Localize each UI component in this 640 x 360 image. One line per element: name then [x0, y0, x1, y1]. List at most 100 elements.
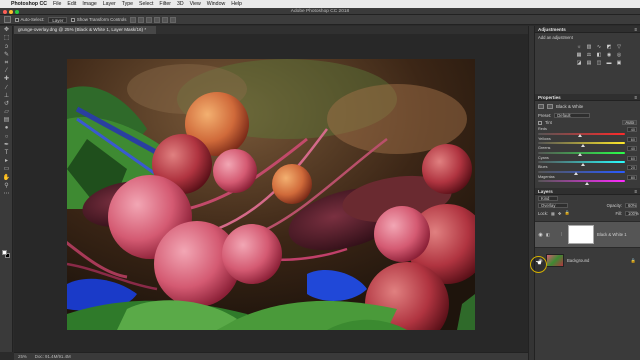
panel-menu-icon[interactable]: ≡	[634, 188, 637, 195]
slider-thumb[interactable]	[577, 153, 582, 156]
eraser-tool-icon[interactable]: ▱	[2, 109, 11, 116]
slider-value[interactable]: 80	[627, 174, 637, 180]
slider-track[interactable]	[538, 142, 625, 147]
show-transform-controls-checkbox[interactable]: Show Transform Controls	[71, 17, 126, 22]
invert-icon[interactable]: ◪	[575, 60, 583, 66]
slider-value[interactable]: 40	[627, 127, 637, 132]
posterize-icon[interactable]: ▤	[585, 60, 593, 66]
rectangle-tool-icon[interactable]: ▭	[2, 166, 11, 173]
type-tool-icon[interactable]: T	[2, 150, 11, 157]
slider-value[interactable]: 20	[627, 165, 637, 170]
kind-filter-dropdown[interactable]: Kind	[538, 196, 558, 201]
history-brush-tool-icon[interactable]: ↺	[2, 101, 11, 108]
layer-name[interactable]: Background	[567, 258, 589, 263]
menu-file[interactable]: File	[53, 1, 61, 7]
align-right-icon[interactable]	[170, 16, 177, 23]
visibility-eye-icon[interactable]: ◉	[538, 232, 543, 238]
panel-menu-icon[interactable]: ≡	[634, 94, 637, 101]
tint-checkbox[interactable]	[538, 120, 542, 125]
slider-track[interactable]	[538, 170, 625, 175]
slider-thumb[interactable]	[581, 143, 586, 147]
slider-thumb[interactable]	[577, 134, 582, 137]
slider-track[interactable]	[538, 151, 625, 156]
clone-stamp-tool-icon[interactable]: ⊥	[2, 93, 11, 100]
menu-edit[interactable]: Edit	[67, 1, 76, 7]
selective-color-icon[interactable]: ▣	[615, 60, 623, 66]
align-left-icon[interactable]	[154, 16, 161, 23]
checkbox-box[interactable]	[71, 17, 76, 22]
menu-select[interactable]: Select	[139, 1, 153, 7]
lock-position-icon[interactable]: ✥	[558, 211, 562, 216]
lasso-tool-icon[interactable]: ↄ	[2, 44, 11, 51]
fill-input[interactable]: 100%	[625, 210, 639, 216]
layer-mask-thumbnail[interactable]	[568, 225, 594, 244]
levels-icon[interactable]: ▥	[585, 44, 593, 50]
checkbox-box[interactable]	[15, 17, 19, 22]
align-center-icon[interactable]	[162, 16, 169, 23]
auto-select-checkbox[interactable]: Auto-Select:	[15, 17, 44, 22]
hue-saturation-icon[interactable]: ▦	[575, 52, 583, 58]
align-top-icon[interactable]	[130, 16, 137, 23]
menu-type[interactable]: Type	[122, 1, 133, 7]
zoom-level[interactable]: 25%	[18, 354, 27, 359]
slider-reds[interactable]: Reds 40	[535, 126, 640, 137]
align-bottom-icon[interactable]	[146, 16, 153, 23]
slider-greens[interactable]: Greens 40	[535, 145, 640, 156]
layer-name[interactable]: Black & White 1	[597, 232, 627, 237]
eyedropper-tool-icon[interactable]: ⁄	[2, 68, 11, 75]
align-middle-icon[interactable]	[138, 16, 145, 23]
opacity-input[interactable]: 60%	[625, 203, 637, 208]
lock-all-icon[interactable]: 🔒	[565, 210, 570, 216]
document-image[interactable]	[67, 59, 475, 330]
menu-filter[interactable]: Filter	[159, 1, 171, 7]
properties-panel-header[interactable]: Properties ≡	[535, 94, 640, 101]
lock-pixels-icon[interactable]: ▦	[551, 211, 555, 216]
preset-dropdown[interactable]: Default	[554, 113, 591, 118]
slider-yellows[interactable]: Yellows 60	[535, 136, 640, 147]
curves-icon[interactable]: ∿	[595, 44, 603, 50]
blend-mode-dropdown[interactable]: Overlay	[538, 203, 568, 208]
brightness-contrast-icon[interactable]: ☼	[575, 44, 583, 50]
dodge-tool-icon[interactable]: ○	[2, 134, 11, 141]
close-window-button[interactable]	[3, 9, 7, 14]
black-white-icon[interactable]: ◧	[595, 52, 603, 58]
slider-blues[interactable]: Blues 20	[535, 164, 640, 175]
layer-row-background[interactable]: ◉ Background 🔒	[535, 247, 640, 273]
slider-track[interactable]	[538, 161, 625, 166]
slider-magentas[interactable]: Magentas 80	[535, 174, 640, 185]
panel-menu-icon[interactable]: ≡	[634, 26, 637, 33]
vibrance-icon[interactable]: ▽	[615, 44, 623, 50]
slider-track[interactable]	[538, 132, 625, 137]
minimize-window-button[interactable]	[9, 9, 13, 14]
slider-cyans[interactable]: Cyans 60	[535, 155, 640, 166]
menu-image[interactable]: Image	[82, 1, 96, 7]
move-tool-icon[interactable]: ✥	[2, 27, 11, 34]
menu-layer[interactable]: Layer	[103, 1, 116, 7]
exposure-icon[interactable]: ◩	[605, 44, 613, 50]
gradient-tool-icon[interactable]: ▤	[2, 117, 11, 124]
quick-select-tool-icon[interactable]: ✎	[2, 52, 11, 59]
pen-tool-icon[interactable]: ✒	[2, 142, 11, 149]
foreground-color-swatch[interactable]	[2, 250, 7, 255]
menu-view[interactable]: View	[190, 1, 201, 7]
hand-tool-icon[interactable]: ✋	[2, 175, 11, 182]
canvas-area[interactable]	[14, 34, 528, 352]
color-balance-icon[interactable]: ⚖	[585, 52, 593, 58]
slider-thumb[interactable]	[584, 181, 589, 185]
slider-value[interactable]: 40	[627, 146, 637, 151]
channel-mixer-icon[interactable]: ◎	[615, 52, 623, 58]
menu-3d[interactable]: 3D	[177, 1, 184, 7]
chain-link-icon[interactable]: ⁞	[561, 232, 565, 237]
slider-track[interactable]	[538, 180, 625, 185]
auto-select-dropdown[interactable]: Layer	[48, 16, 68, 23]
auto-button[interactable]: Auto	[622, 120, 637, 125]
marquee-tool-icon[interactable]: ⬚	[2, 35, 11, 42]
zoom-tool-icon[interactable]: ⚲	[2, 183, 11, 190]
menu-help[interactable]: Help	[231, 1, 242, 7]
gradient-map-icon[interactable]: ▬	[605, 60, 613, 66]
crop-tool-icon[interactable]: ⌗	[2, 60, 11, 67]
slider-value[interactable]: 60	[627, 155, 637, 161]
slider-value[interactable]: 60	[627, 136, 637, 142]
lock-icon[interactable]: 🔒	[631, 258, 636, 264]
more-tools-icon[interactable]: ⋯	[2, 191, 11, 198]
